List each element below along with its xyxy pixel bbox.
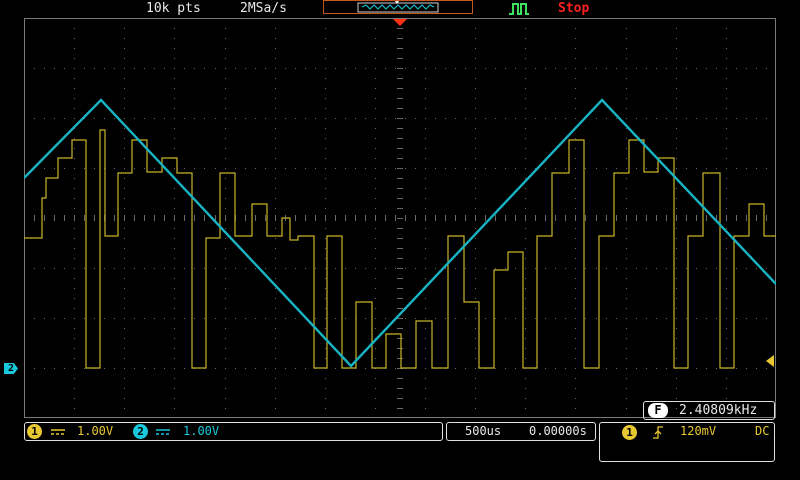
dc-coupling-icon	[156, 429, 170, 435]
run-status[interactable]: Stop	[558, 1, 589, 16]
ch2-ground-marker[interactable]: 2	[4, 363, 18, 374]
trigger-level: 120mV	[680, 424, 717, 438]
memory-depth: 10k pts	[146, 1, 201, 16]
ch1-badge[interactable]: 1	[27, 424, 42, 439]
graticule	[24, 18, 776, 418]
trigger-source-badge[interactable]: 1	[622, 425, 637, 440]
frequency-badge: F	[648, 403, 668, 418]
dc-coupling-icon	[51, 429, 65, 435]
trigger-info: 1 120mV DC	[599, 422, 775, 462]
frequency-value: 2.40809kHz	[679, 403, 758, 418]
ch2-badge[interactable]: 2	[133, 424, 148, 439]
timebase-scale: 500us	[465, 424, 502, 438]
memory-overview-bar[interactable]	[323, 0, 473, 14]
timebase-delay: 0.00000s	[529, 424, 587, 438]
waveform-display[interactable]	[24, 18, 776, 418]
channel-info-bar: 1 1.00V 2 1.00V	[24, 422, 443, 441]
sample-rate: 2MSa/s	[240, 1, 287, 16]
trigger-coupling: DC	[755, 424, 770, 438]
memory-waveform-preview	[357, 1, 439, 13]
trigger-level-marker[interactable]	[766, 355, 774, 367]
timebase-info: 500us 0.00000s	[446, 422, 596, 441]
rising-edge-icon	[653, 426, 663, 439]
top-status-bar: 10k pts 2MSa/s Stop	[0, 0, 800, 18]
ch1-scale: 1.00V	[77, 424, 114, 438]
frequency-counter: F 2.40809kHz	[643, 401, 775, 420]
ch2-scale: 1.00V	[183, 424, 220, 438]
trigger-mode-icon	[509, 3, 529, 15]
